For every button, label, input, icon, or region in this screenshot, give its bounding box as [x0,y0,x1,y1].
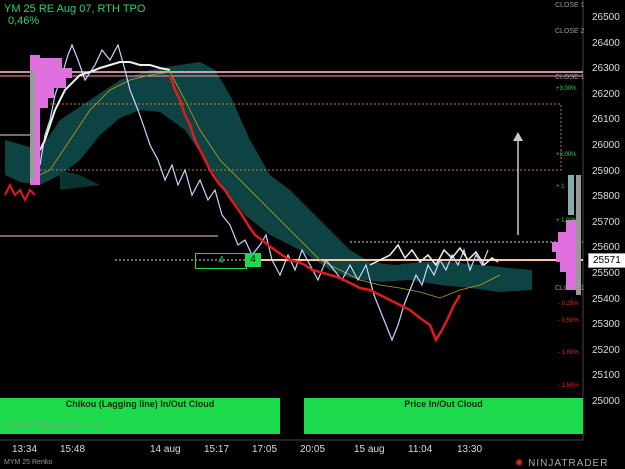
ninjatrader-logo-icon: ✺ [515,458,529,469]
time-tick: 15 aug [354,444,385,455]
position-quantity-fill[interactable]: 4 [245,253,261,267]
price-tick: 25600 [592,242,620,254]
price-tick: 26500 [592,12,620,23]
percent-level-label: - 0,25% [558,301,579,307]
renko-right-bars [369,243,499,267]
copyright-watermark: © 2019 NinjaTrader, LLC [4,420,104,430]
ninjatrader-logo: ✺ NINJATRADER [515,458,608,469]
ninjatrader-brand-text: NINJATRADER [528,458,609,469]
ichimoku-cloud-front [60,170,100,190]
tpo-value-area-left [30,70,35,180]
price-tick: 25400 [592,293,620,305]
percent-level-label: - 1,50% [558,383,579,389]
price-tick: 26300 [592,63,620,75]
time-tick: 17:05 [252,444,278,455]
price-tick: 25300 [592,319,620,331]
label-close-2: CLOSE 2 [555,28,585,35]
tpo-profile-right-top [568,175,574,215]
percent-level-label: - 0,50% [558,318,579,324]
tpo-profile-right [552,220,576,290]
price-tick: 25200 [592,344,620,356]
percent-level-label: +3,00% [556,86,577,92]
instrument-label: MYM 25 Renko [4,459,53,466]
price-tick: 26000 [592,140,620,151]
label-close-1-low: CLOSE 1 [555,285,585,292]
time-tick: 20:05 [300,444,326,455]
time-tick: 15:48 [60,444,86,455]
price-cloud-panel: Price In/Out Cloud [304,398,583,434]
chart-change-percent: 0,46% [8,15,40,27]
time-tick: 11:04 [408,444,433,455]
price-tick: 25900 [592,165,620,177]
percent-level-label: - 1,00% [558,350,579,356]
price-panel-label: Price In/Out Cloud [404,399,483,409]
percent-level-label: + 1 [556,184,565,190]
percent-level-label: + 1,00% [556,218,579,224]
time-tick: 13:30 [457,444,483,455]
price-tick: 26400 [592,37,620,49]
price-tick: 25800 [592,191,620,203]
price-tick: 26200 [592,88,620,100]
renko-left-red [4,182,36,203]
price-tick: 26100 [592,114,620,126]
chart-title: YM 25 RE Aug 07, RTH TPO [4,3,146,15]
price-tick: 25500 [592,268,620,279]
time-tick: 15:17 [204,444,230,455]
target-arrow-head [513,132,523,141]
chikou-panel-label: Chikou (Lagging line) In/Out Cloud [65,399,215,409]
position-quantity-box[interactable]: 4 [195,253,247,269]
current-price-tag: 25571 [588,253,625,268]
price-tick: 25700 [592,216,620,228]
price-tick: 25100 [592,370,620,382]
price-tick: 25000 [592,396,620,407]
percent-level-label: +2,00% [556,152,577,158]
label-close-1-mid: CLOSE 1 [555,74,585,81]
label-close-1-top: CLOSE 1 [555,2,585,9]
tpo-value-area-right [576,175,581,295]
time-tick: 14 aug [150,444,181,455]
time-tick: 13:34 [12,444,38,455]
